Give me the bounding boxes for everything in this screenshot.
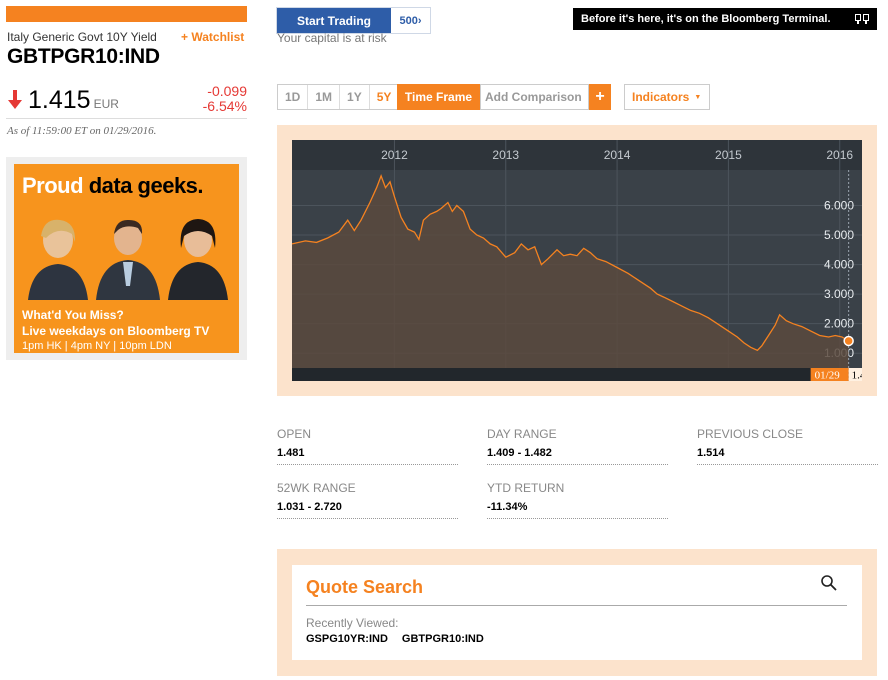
stat-value: 1.481 <box>277 447 305 459</box>
chart-x-tick-label: 2015 <box>715 148 742 162</box>
terminal-banner[interactable]: Before it's here, it's on the Bloomberg … <box>573 8 877 30</box>
chart-x-tick-label: 2014 <box>604 148 631 162</box>
chart-x-tick-label: 2013 <box>492 148 519 162</box>
stat-label: OPEN <box>277 427 312 441</box>
chart-last-date: 01/29 <box>815 370 841 382</box>
risk-disclaimer: Your capital is at risk <box>277 31 387 45</box>
stat-value: -11.34% <box>487 501 528 513</box>
range-1y[interactable]: 1Y <box>340 85 370 109</box>
stat-52wk-range: 52WK RANGE 1.031 - 2.720 <box>277 481 458 519</box>
chevron-down-icon: ▼ <box>694 93 702 101</box>
chart-y-tick-label: 2.000 <box>824 317 854 331</box>
chart-bottom-band <box>292 368 862 381</box>
ad-headline-black: data geeks. <box>88 173 204 198</box>
price-change: -0.099 -6.54% <box>203 84 247 114</box>
ticker-symbol: GBTPGR10:IND <box>7 45 160 68</box>
stat-value: 1.031 - 2.720 <box>277 501 342 513</box>
chart-y-tick-label: 3.000 <box>824 287 854 301</box>
time-frame-button[interactable]: Time Frame <box>397 84 480 110</box>
stat-label: DAY RANGE <box>487 427 557 441</box>
stat-value: 1.514 <box>697 447 725 459</box>
add-comparison-plus-button[interactable]: + <box>589 84 611 110</box>
stat-previous-close: PREVIOUS CLOSE 1.514 <box>697 427 878 465</box>
recently-viewed-list: GSPG10YR:IND GBTPGR10:IND <box>306 633 484 645</box>
chart-last-label: 01/29 1.415 <box>810 368 862 382</box>
divider <box>6 118 247 119</box>
quote-search-title: Quote Search <box>306 577 424 597</box>
ad-schedule: 1pm HK | 4pm NY | 10pm LDN <box>22 340 172 352</box>
currency: EUR <box>93 97 119 111</box>
chart-x-axis-band <box>292 140 862 170</box>
stat-label: 52WK RANGE <box>277 481 356 495</box>
ad-tagline: What'd You Miss? <box>22 308 124 322</box>
as-of-timestamp: As of 11:59:00 ET on 01/29/2016. <box>7 125 157 137</box>
security-name: Italy Generic Govt 10Y Yield <box>7 30 157 44</box>
stat-label: PREVIOUS CLOSE <box>697 427 804 441</box>
watchlist-link[interactable]: + Watchlist <box>181 30 244 44</box>
chart-y-tick-label: 5.000 <box>824 228 854 242</box>
quote-search-panel: Quote Search Recently Viewed: GSPG10YR:I… <box>292 565 862 660</box>
chart-last-point <box>843 335 854 347</box>
down-arrow-icon <box>8 90 22 109</box>
recent-item[interactable]: GBTPGR10:IND <box>402 633 484 645</box>
top-orange-bar <box>6 6 247 22</box>
terminal-icon <box>855 14 869 24</box>
last-price: 1.415 <box>28 86 91 114</box>
add-comparison-button[interactable]: Add Comparison <box>480 84 589 110</box>
chart-y-tick-label: 6.000 <box>824 198 854 212</box>
stat-day-range: DAY RANGE 1.409 - 1.482 <box>487 427 668 465</box>
partner-logo: 500› <box>391 8 430 33</box>
indicators-label: Indicators <box>632 90 690 104</box>
ad-headline: Proud data geeks. <box>22 173 204 199</box>
terminal-banner-text: Before it's here, it's on the Bloomberg … <box>581 13 831 25</box>
bloomberg-tv-ad[interactable]: Proud data geeks. What'd You Miss? Live … <box>14 164 239 353</box>
price-row: 1.415 EUR <box>7 86 119 115</box>
chart-last-value: 1.415 <box>852 370 862 382</box>
range-1d[interactable]: 1D <box>278 85 309 109</box>
range-1m[interactable]: 1M <box>308 85 341 109</box>
search-icon[interactable] <box>820 574 838 592</box>
ad-headline-white: Proud <box>22 173 84 198</box>
stat-ytd-return: YTD RETURN -11.34% <box>487 481 668 519</box>
presenters-image <box>28 219 228 300</box>
indicators-dropdown[interactable]: Indicators ▼ <box>624 84 710 110</box>
ad-subtitle: Live weekdays on Bloomberg TV <box>22 324 210 338</box>
range-5y[interactable]: 5Y <box>370 85 399 109</box>
change-absolute: -0.099 <box>207 83 247 99</box>
quote-search-input-line[interactable] <box>306 605 847 606</box>
chart-x-tick-label: 2012 <box>381 148 408 162</box>
ad-container: Proud data geeks. What'd You Miss? Live … <box>6 157 247 360</box>
stat-open: OPEN 1.481 <box>277 427 458 465</box>
change-percent: -6.54% <box>202 98 247 114</box>
stat-label: YTD RETURN <box>487 481 565 495</box>
chart-x-tick-label: 2016 <box>826 148 853 162</box>
start-trading-label: Start Trading <box>277 8 391 33</box>
range-selector: 1D 1M 1Y 5Y <box>277 84 400 110</box>
price-chart[interactable]: 2012 2013 2014 2015 2016 6.000 5.000 4.000 3.00… <box>292 140 862 381</box>
recent-item[interactable]: GSPG10YR:IND <box>306 633 388 645</box>
chart-y-tick-label: 4.000 <box>824 258 854 272</box>
recently-viewed-label: Recently Viewed: <box>306 616 399 630</box>
stat-value: 1.409 - 1.482 <box>487 447 552 459</box>
start-trading-button[interactable]: Start Trading 500› <box>276 7 431 34</box>
